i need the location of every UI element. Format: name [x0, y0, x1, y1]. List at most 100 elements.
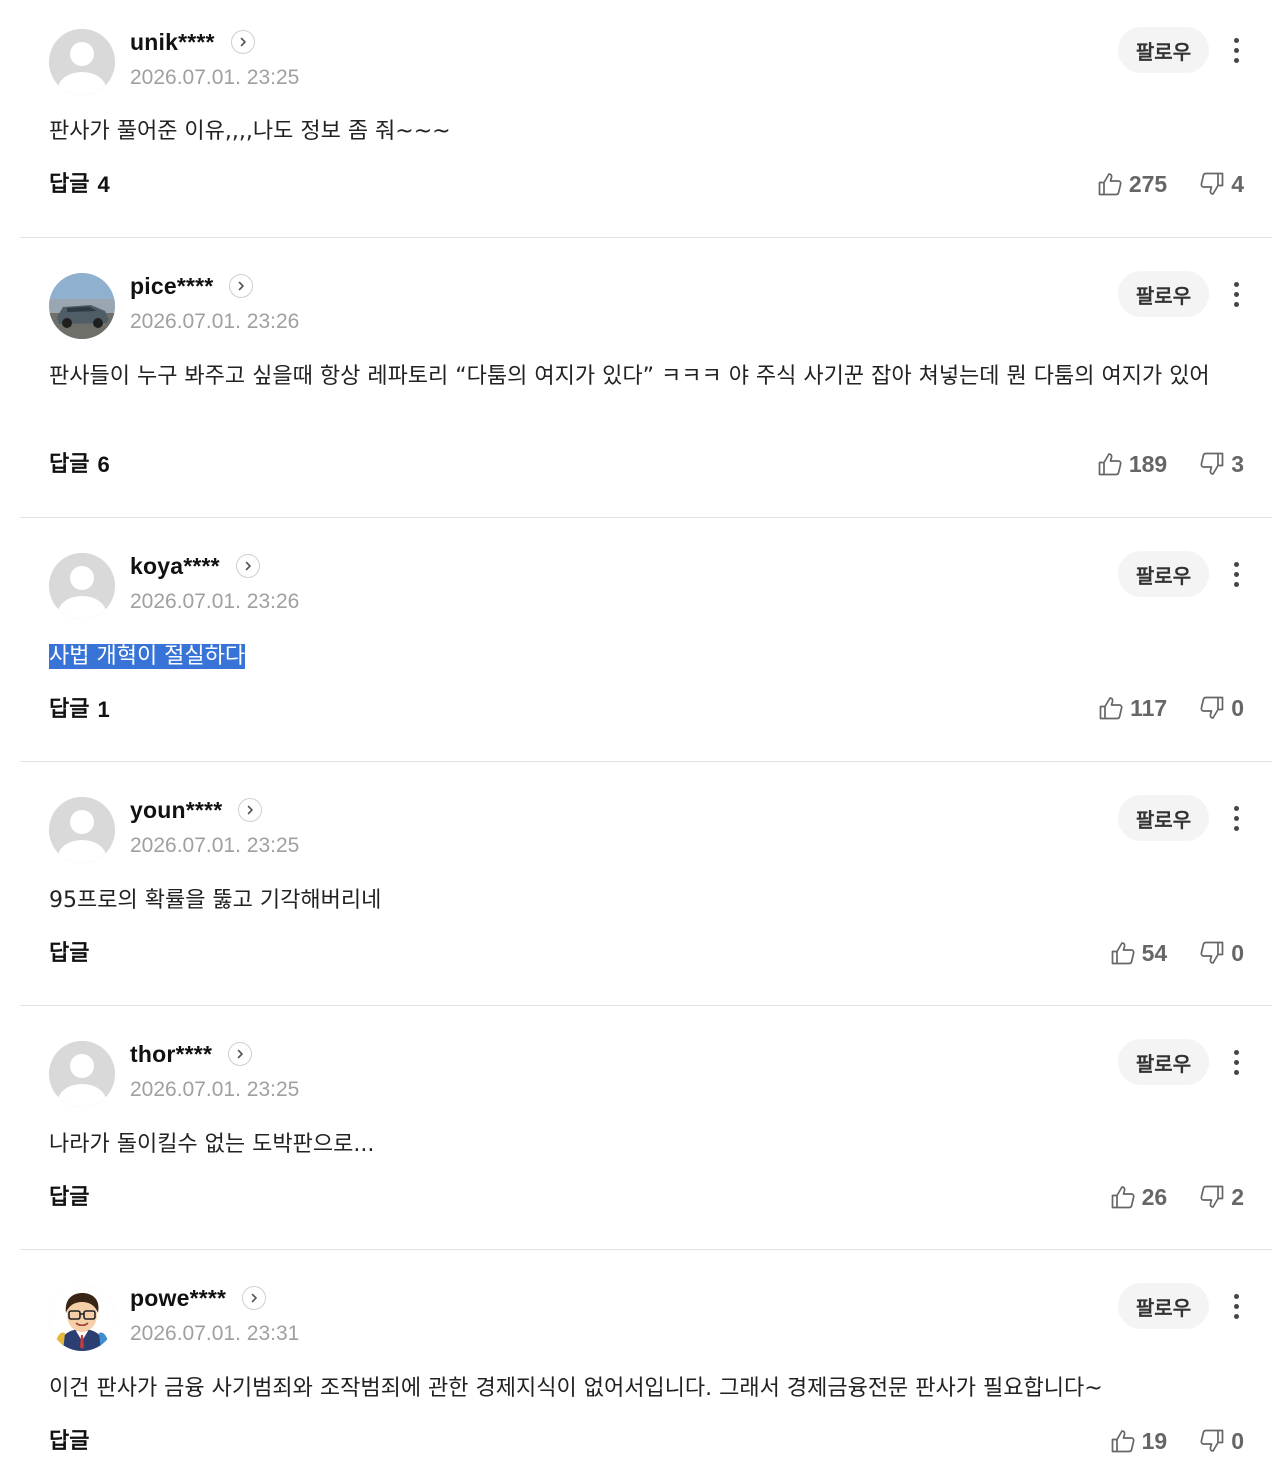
dislike-count: 4	[1231, 170, 1244, 197]
thumbs-up-icon	[1098, 453, 1122, 476]
reply-label: 답글	[49, 172, 90, 197]
thumbs-up-icon	[1099, 697, 1123, 720]
nickname-row: powe****	[130, 1280, 267, 1316]
comment-item: powe**** 2026.07.01. 23:31 팔로우 이건 판사가 금융…	[20, 1250, 1272, 1484]
default-avatar-icon	[49, 797, 115, 863]
avatar[interactable]	[49, 553, 115, 619]
avatar[interactable]	[49, 29, 115, 95]
reply-label: 답글	[49, 941, 90, 966]
profile-chevron-icon[interactable]	[242, 1286, 267, 1310]
comment-text: 95프로의 확률을 뚫고 기각해버리네	[49, 888, 382, 913]
dislike-button[interactable]: 0	[1199, 1428, 1244, 1455]
follow-button[interactable]: 팔로우	[1118, 551, 1209, 597]
comment-text: 나라가 돌이킬수 없는 도박판으로...	[49, 1132, 375, 1157]
dislike-button[interactable]: 0	[1199, 940, 1244, 967]
like-button[interactable]: 117	[1098, 695, 1167, 722]
reply-label: 답글	[49, 697, 90, 722]
avatar[interactable]	[49, 1285, 115, 1351]
more-options-icon[interactable]	[1221, 554, 1251, 594]
avatar[interactable]	[49, 273, 115, 339]
reply-button[interactable]: 답글 1	[49, 692, 110, 728]
avatar[interactable]	[49, 797, 115, 863]
nickname-row: koya****	[130, 548, 260, 584]
reactions: 26 2	[1110, 1179, 1244, 1215]
nickname[interactable]: thor****	[130, 1041, 212, 1068]
follow-button[interactable]: 팔로우	[1118, 271, 1209, 317]
nickname-row: thor****	[130, 1036, 253, 1072]
more-options-icon[interactable]	[1221, 798, 1251, 838]
comment-timestamp: 2026.07.01. 23:25	[130, 834, 300, 857]
like-button[interactable]: 26	[1110, 1183, 1168, 1211]
thumbs-up-icon	[1111, 1186, 1135, 1209]
follow-button[interactable]: 팔로우	[1118, 1039, 1209, 1085]
reply-button[interactable]: 답글 6	[49, 447, 110, 483]
comment-item: unik**** 2026.07.01. 23:25 팔로우 판사가 풀어준 이…	[20, 0, 1272, 238]
reply-button[interactable]: 답글	[49, 1424, 89, 1460]
nickname[interactable]: pice****	[130, 273, 213, 300]
reply-button[interactable]: 답글	[49, 1180, 89, 1216]
thumbs-up-icon	[1111, 1430, 1135, 1453]
comment-text: 판사가 풀어준 이유,,,,나도 정보 좀 줘~~~	[49, 119, 451, 144]
reactions: 117 0	[1098, 690, 1244, 726]
default-avatar-icon	[49, 1041, 115, 1107]
profile-chevron-icon[interactable]	[230, 30, 255, 54]
reply-label: 답글	[49, 1429, 90, 1454]
profile-chevron-icon[interactable]	[228, 1042, 253, 1066]
reactions: 19 0	[1110, 1423, 1244, 1459]
reply-button[interactable]: 답글 4	[49, 167, 110, 203]
dislike-count: 0	[1231, 694, 1244, 721]
comment-text: 판사들이 누구 봐주고 싶을때 항상 레파토리 “다툼의 여지가 있다” ㅋㅋㅋ…	[49, 364, 1210, 389]
follow-button[interactable]: 팔로우	[1118, 27, 1209, 73]
thumbs-down-icon	[1200, 172, 1224, 195]
profile-chevron-icon[interactable]	[229, 274, 254, 298]
reply-button[interactable]: 답글	[49, 936, 89, 972]
dislike-count: 2	[1231, 1183, 1244, 1210]
like-count: 19	[1141, 1427, 1168, 1454]
more-options-icon[interactable]	[1221, 274, 1251, 314]
reactions: 54 0	[1110, 935, 1244, 971]
follow-button[interactable]: 팔로우	[1118, 795, 1209, 841]
more-options-icon[interactable]	[1221, 30, 1251, 70]
nickname[interactable]: youn****	[130, 797, 222, 824]
nickname[interactable]: koya****	[130, 553, 220, 580]
comment-text-selected: 사법 개혁이 절실하다	[49, 639, 1212, 675]
dislike-button[interactable]: 4	[1199, 171, 1244, 198]
like-button[interactable]: 275	[1097, 171, 1167, 198]
nickname-row: unik****	[130, 24, 255, 60]
more-options-icon[interactable]	[1221, 1042, 1251, 1082]
dislike-button[interactable]: 0	[1199, 695, 1244, 722]
comment-timestamp: 2026.07.01. 23:25	[130, 1078, 300, 1101]
avatar[interactable]	[49, 1041, 115, 1107]
like-button[interactable]: 54	[1110, 940, 1167, 967]
profile-chevron-icon[interactable]	[238, 798, 263, 822]
cartoon-person-avatar-icon	[49, 1285, 115, 1351]
like-count: 26	[1141, 1183, 1168, 1210]
comment-timestamp: 2026.07.01. 23:26	[130, 310, 300, 333]
like-count: 275	[1128, 170, 1168, 197]
dislike-button[interactable]: 3	[1199, 451, 1244, 478]
follow-button[interactable]: 팔로우	[1118, 1283, 1209, 1329]
reply-count: 4	[97, 172, 110, 197]
more-options-icon[interactable]	[1221, 1286, 1251, 1326]
default-avatar-icon	[49, 29, 115, 95]
dislike-count: 0	[1231, 939, 1244, 966]
thumbs-down-icon	[1200, 941, 1224, 964]
reactions: 189 3	[1097, 446, 1244, 482]
thumbs-down-icon	[1200, 696, 1224, 719]
like-button[interactable]: 189	[1097, 451, 1167, 478]
nickname[interactable]: unik****	[130, 29, 215, 56]
nickname-row: pice****	[130, 268, 254, 304]
default-avatar-icon	[49, 553, 115, 619]
selected-text: 사법 개혁이 절실하다	[49, 644, 246, 669]
profile-chevron-icon[interactable]	[235, 554, 260, 578]
like-count: 117	[1130, 694, 1168, 721]
car-photo-avatar-icon	[49, 273, 115, 339]
comment-timestamp: 2026.07.01. 23:31	[130, 1322, 300, 1345]
nickname[interactable]: powe****	[130, 1285, 226, 1312]
thumbs-down-icon	[1200, 1185, 1224, 1208]
like-button[interactable]: 19	[1110, 1427, 1168, 1455]
dislike-button[interactable]: 2	[1199, 1184, 1244, 1211]
comment-item: youn**** 2026.07.01. 23:25 팔로우 95프로의 확률을…	[20, 762, 1272, 1006]
comment-timestamp: 2026.07.01. 23:25	[130, 66, 300, 89]
dislike-count: 0	[1231, 1427, 1244, 1454]
